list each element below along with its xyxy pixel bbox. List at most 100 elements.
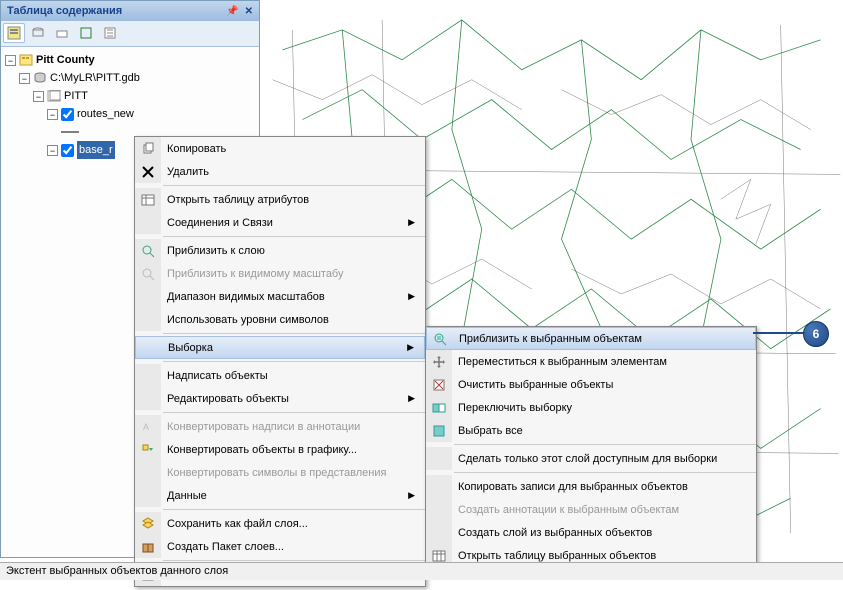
select-all-icon: [426, 419, 452, 442]
blank-icon: [426, 521, 452, 544]
submenu-item-0[interactable]: Приблизить к выбранным объектам: [426, 327, 756, 350]
tree-gdb-row[interactable]: − C:\MyLR\PITT.gdb: [19, 69, 255, 87]
context-menu-item-14[interactable]: Редактировать объекты▶: [135, 387, 425, 410]
menu-label: Переключить выборку: [458, 402, 752, 414]
layer1-checkbox[interactable]: [61, 108, 74, 121]
menu-label: Создать слой из выбранных объектов: [458, 527, 752, 539]
context-menu-item-0[interactable]: Копировать: [135, 137, 425, 160]
submenu-item-6[interactable]: Сделать только этот слой доступным для в…: [426, 447, 756, 470]
menu-label: Открыть таблицу выбранных объектов: [458, 550, 752, 562]
list-by-selection-button[interactable]: [75, 23, 97, 43]
pan-sel-icon: [426, 350, 452, 373]
menu-label: Создать аннотации к выбранным объектам: [458, 504, 752, 516]
tree-layer1-label: routes_new: [77, 105, 134, 123]
submenu-item-4[interactable]: Выбрать все: [426, 419, 756, 442]
pin-icon[interactable]: 📌: [226, 6, 238, 17]
blank-icon: [135, 308, 161, 331]
dataframe-icon: [19, 53, 33, 67]
switch-sel-icon: [426, 396, 452, 419]
chevron-right-icon: ▶: [408, 490, 421, 501]
menu-label: Приблизить к видимому масштабу: [167, 268, 421, 280]
menu-label: Конвертировать символы в представления: [167, 467, 421, 479]
menu-separator: [163, 185, 425, 186]
menu-label: Конвертировать объекты в графику...: [167, 444, 421, 456]
layer2-checkbox[interactable]: [61, 144, 74, 157]
menu-separator: [163, 509, 425, 510]
context-menu-item-8[interactable]: Диапазон видимых масштабов▶: [135, 285, 425, 308]
menu-label: Сохранить как файл слоя...: [167, 518, 421, 530]
submenu-item-1[interactable]: Переместиться к выбранным элементам: [426, 350, 756, 373]
menu-label: Сделать только этот слой доступным для в…: [458, 453, 752, 465]
tree-gdb-label: C:\MyLR\PITT.gdb: [50, 69, 140, 87]
tree-layer2-label: base_r: [77, 141, 115, 159]
tree-root-row[interactable]: − Pitt County: [5, 51, 255, 69]
submenu-item-10[interactable]: Создать слой из выбранных объектов: [426, 521, 756, 544]
context-menu-item-22[interactable]: Создать Пакет слоев...: [135, 535, 425, 558]
svg-text:A: A: [143, 422, 149, 432]
panel-title-text: Таблица содержания: [7, 5, 122, 17]
context-menu-item-6[interactable]: Приблизить к слою: [135, 239, 425, 262]
context-menu-item-21[interactable]: Сохранить как файл слоя...: [135, 512, 425, 535]
context-menu-item-4[interactable]: Соединения и Связи▶: [135, 211, 425, 234]
menu-label: Выбрать все: [458, 425, 752, 437]
list-by-drawing-button[interactable]: [3, 23, 25, 43]
context-menu-item-16[interactable]: A Конвертировать надписи в аннотации: [135, 415, 425, 438]
context-menu-item-7[interactable]: Приблизить к видимому масштабу: [135, 262, 425, 285]
convert-label-icon: A: [135, 415, 161, 438]
menu-separator: [163, 236, 425, 237]
menu-label: Конвертировать надписи в аннотации: [167, 421, 421, 433]
menu-label: Удалить: [167, 166, 421, 178]
blank-icon: [136, 337, 162, 358]
context-menu-item-17[interactable]: Конвертировать объекты в графику...: [135, 438, 425, 461]
delete-icon: [135, 160, 161, 183]
dataset-icon: [47, 89, 61, 103]
menu-label: Выборка: [168, 342, 407, 354]
blank-icon: [135, 484, 161, 507]
menu-label: Переместиться к выбранным элементам: [458, 356, 752, 368]
toc-toolbar: [1, 21, 259, 47]
selection-submenu: Приблизить к выбранным объектам Перемести…: [425, 326, 757, 568]
context-menu-item-13[interactable]: Надписать объекты: [135, 364, 425, 387]
menu-separator: [163, 333, 425, 334]
context-menu-item-19[interactable]: Данные▶: [135, 484, 425, 507]
chevron-right-icon: ▶: [408, 217, 421, 228]
menu-label: Данные: [167, 490, 408, 502]
list-by-source-button[interactable]: [27, 23, 49, 43]
blank-icon: [135, 211, 161, 234]
tree-layer1-row[interactable]: − routes_new: [47, 105, 255, 123]
status-bar: Экстент выбранных объектов данного слоя: [0, 562, 843, 580]
submenu-item-8[interactable]: Копировать записи для выбранных объектов: [426, 475, 756, 498]
convert-obj-icon: [135, 438, 161, 461]
callout-line: [753, 332, 805, 334]
list-by-visibility-button[interactable]: [51, 23, 73, 43]
menu-label: Создать Пакет слоев...: [167, 541, 421, 553]
submenu-item-9[interactable]: Создать аннотации к выбранным объектам: [426, 498, 756, 521]
menu-label: Приблизить к слою: [167, 245, 421, 257]
context-menu-item-1[interactable]: Удалить: [135, 160, 425, 183]
chevron-right-icon: ▶: [407, 342, 420, 353]
menu-separator: [163, 412, 425, 413]
context-menu-item-18[interactable]: Конвертировать символы в представления: [135, 461, 425, 484]
zoom-sel-icon: [427, 328, 453, 349]
chevron-right-icon: ▶: [408, 291, 421, 302]
submenu-item-2[interactable]: Очистить выбранные объекты: [426, 373, 756, 396]
tree-dataset-row[interactable]: − PITT: [33, 87, 255, 105]
zoom-layer-icon: [135, 239, 161, 262]
menu-label: Надписать объекты: [167, 370, 421, 382]
menu-label: Использовать уровни символов: [167, 314, 421, 326]
menu-separator: [454, 444, 756, 445]
menu-label: Редактировать объекты: [167, 393, 408, 405]
submenu-item-3[interactable]: Переключить выборку: [426, 396, 756, 419]
options-button[interactable]: [99, 23, 121, 43]
package-icon: [135, 535, 161, 558]
menu-label: Копировать: [167, 143, 421, 155]
context-menu-item-9[interactable]: Использовать уровни символов: [135, 308, 425, 331]
copy-icon: [135, 137, 161, 160]
table-icon: [135, 188, 161, 211]
menu-label: Соединения и Связи: [167, 217, 408, 229]
close-icon[interactable]: ✕: [245, 6, 253, 17]
tree-dataset-label: PITT: [64, 87, 88, 105]
context-menu-item-11[interactable]: Выборка▶: [135, 336, 425, 359]
chevron-right-icon: ▶: [408, 393, 421, 404]
context-menu-item-3[interactable]: Открыть таблицу атрибутов: [135, 188, 425, 211]
